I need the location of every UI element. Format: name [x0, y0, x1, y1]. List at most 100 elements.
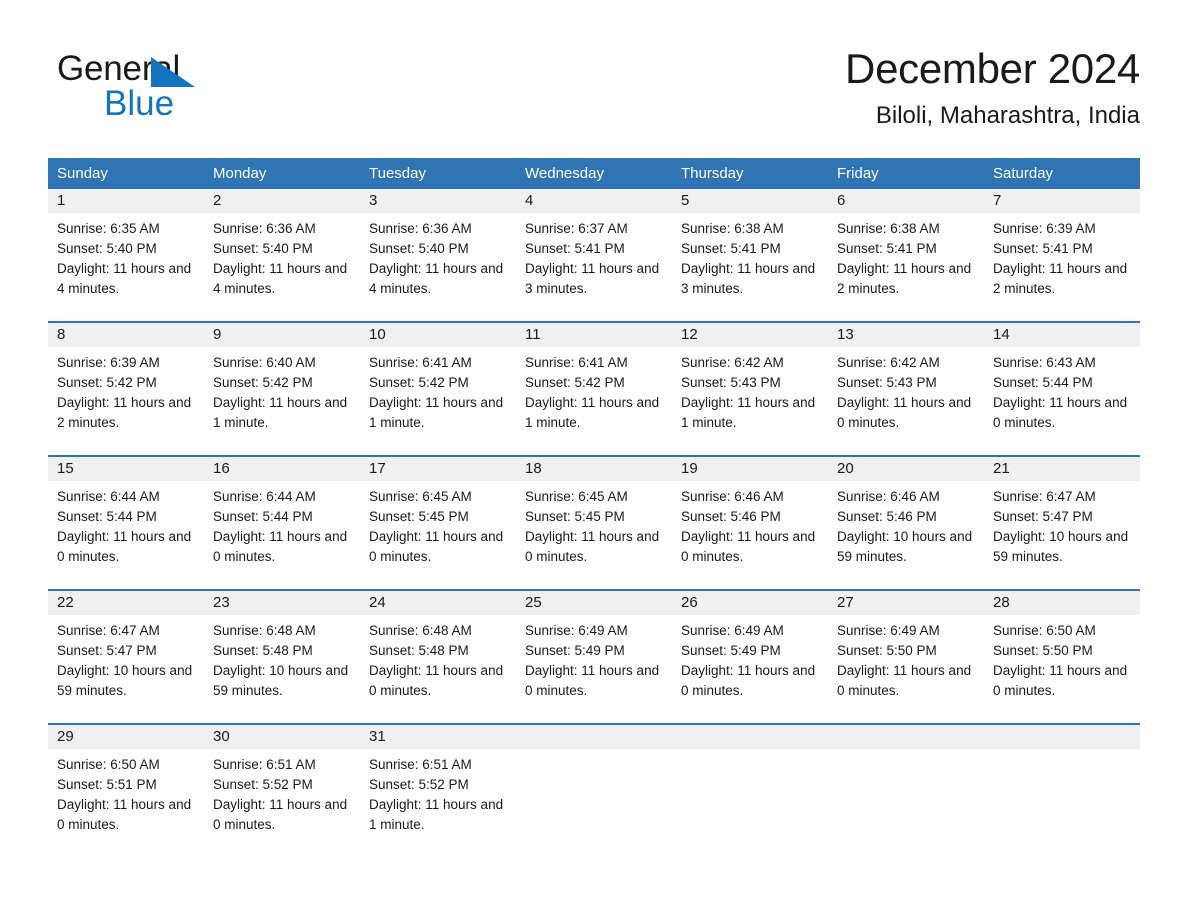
day-cell[interactable]: Sunrise: 6:39 AM Sunset: 5:41 PM Dayligh… [984, 213, 1140, 307]
day-cell[interactable]: Sunrise: 6:37 AM Sunset: 5:41 PM Dayligh… [516, 213, 672, 307]
day-cell[interactable]: Sunrise: 6:50 AM Sunset: 5:51 PM Dayligh… [48, 749, 204, 843]
sunrise-text: Sunrise: 6:47 AM [57, 623, 160, 638]
day-number: 8 [57, 326, 66, 343]
daylight-text: Daylight: 11 hours and 0 minutes. [993, 395, 1128, 430]
day-cell[interactable]: Sunrise: 6:44 AM Sunset: 5:44 PM Dayligh… [204, 481, 360, 575]
day-cell[interactable]: Sunrise: 6:46 AM Sunset: 5:46 PM Dayligh… [672, 481, 828, 575]
week-detail-band: Sunrise: 6:44 AM Sunset: 5:44 PM Dayligh… [48, 481, 1140, 575]
day-number: 26 [681, 594, 698, 611]
sunset-text: Sunset: 5:42 PM [57, 375, 157, 390]
sunrise-text: Sunrise: 6:36 AM [369, 221, 472, 236]
day-cell[interactable]: Sunrise: 6:35 AM Sunset: 5:40 PM Dayligh… [48, 213, 204, 307]
week-detail-band: Sunrise: 6:39 AM Sunset: 5:42 PM Dayligh… [48, 347, 1140, 441]
day-number: 7 [993, 192, 1002, 209]
day-cell[interactable]: Sunrise: 6:48 AM Sunset: 5:48 PM Dayligh… [204, 615, 360, 709]
week-row: 29 30 31 Sunrise: 6:50 AM Sunset: 5:51 P… [48, 723, 1140, 843]
day-cell[interactable]: Sunrise: 6:42 AM Sunset: 5:43 PM Dayligh… [828, 347, 984, 441]
sunset-text: Sunset: 5:42 PM [213, 375, 313, 390]
day-cell[interactable]: Sunrise: 6:50 AM Sunset: 5:50 PM Dayligh… [984, 615, 1140, 709]
sunrise-text: Sunrise: 6:50 AM [57, 757, 160, 772]
day-number-empty [672, 725, 828, 749]
daylight-text: Daylight: 11 hours and 0 minutes. [213, 797, 348, 832]
week-detail-band: Sunrise: 6:35 AM Sunset: 5:40 PM Dayligh… [48, 213, 1140, 307]
day-cell[interactable]: Sunrise: 6:36 AM Sunset: 5:40 PM Dayligh… [360, 213, 516, 307]
daylight-text: Daylight: 11 hours and 1 minute. [525, 395, 660, 430]
daylight-text: Daylight: 10 hours and 59 minutes. [837, 529, 973, 564]
weekday-header-monday: Monday [213, 165, 267, 182]
sunset-text: Sunset: 5:49 PM [525, 643, 625, 658]
day-cell[interactable]: Sunrise: 6:49 AM Sunset: 5:49 PM Dayligh… [672, 615, 828, 709]
day-number: 9 [213, 326, 222, 343]
day-cell[interactable]: Sunrise: 6:41 AM Sunset: 5:42 PM Dayligh… [516, 347, 672, 441]
daylight-text: Daylight: 11 hours and 2 minutes. [57, 395, 192, 430]
day-cell[interactable]: Sunrise: 6:45 AM Sunset: 5:45 PM Dayligh… [360, 481, 516, 575]
day-cell[interactable]: Sunrise: 6:45 AM Sunset: 5:45 PM Dayligh… [516, 481, 672, 575]
sunrise-text: Sunrise: 6:35 AM [57, 221, 160, 236]
weekday-header-thursday: Thursday [681, 165, 744, 182]
sunset-text: Sunset: 5:50 PM [837, 643, 937, 658]
sunset-text: Sunset: 5:40 PM [213, 241, 313, 256]
day-cell[interactable]: Sunrise: 6:36 AM Sunset: 5:40 PM Dayligh… [204, 213, 360, 307]
daylight-text: Daylight: 11 hours and 0 minutes. [681, 663, 816, 698]
sunset-text: Sunset: 5:42 PM [369, 375, 469, 390]
sunrise-text: Sunrise: 6:48 AM [369, 623, 472, 638]
sunset-text: Sunset: 5:41 PM [837, 241, 937, 256]
daylight-text: Daylight: 11 hours and 2 minutes. [993, 261, 1128, 296]
sunrise-text: Sunrise: 6:38 AM [837, 221, 940, 236]
day-number: 24 [369, 594, 386, 611]
day-cell[interactable]: Sunrise: 6:46 AM Sunset: 5:46 PM Dayligh… [828, 481, 984, 575]
week-row: 1 2 3 4 5 6 7 Sunrise: 6:35 AM Sunset: 5… [48, 189, 1140, 307]
day-number-empty [828, 725, 984, 749]
sunrise-text: Sunrise: 6:36 AM [213, 221, 316, 236]
week-daynumber-band: 8 9 10 11 12 13 14 [48, 323, 1140, 347]
sunrise-text: Sunrise: 6:47 AM [993, 489, 1096, 504]
page-title: December 2024 [845, 45, 1140, 92]
week-row: 15 16 17 18 19 20 21 Sunrise: 6:44 AM Su… [48, 455, 1140, 575]
day-cell[interactable]: Sunrise: 6:47 AM Sunset: 5:47 PM Dayligh… [48, 615, 204, 709]
day-cell[interactable]: Sunrise: 6:47 AM Sunset: 5:47 PM Dayligh… [984, 481, 1140, 575]
daylight-text: Daylight: 11 hours and 4 minutes. [213, 261, 348, 296]
day-cell[interactable]: Sunrise: 6:44 AM Sunset: 5:44 PM Dayligh… [48, 481, 204, 575]
daylight-text: Daylight: 11 hours and 0 minutes. [57, 797, 192, 832]
sunrise-text: Sunrise: 6:51 AM [369, 757, 472, 772]
day-cell[interactable]: Sunrise: 6:51 AM Sunset: 5:52 PM Dayligh… [360, 749, 516, 843]
day-number-empty [984, 725, 1140, 749]
day-cell[interactable]: Sunrise: 6:38 AM Sunset: 5:41 PM Dayligh… [828, 213, 984, 307]
daylight-text: Daylight: 11 hours and 0 minutes. [525, 529, 660, 564]
sunset-text: Sunset: 5:48 PM [369, 643, 469, 658]
day-cell[interactable]: Sunrise: 6:49 AM Sunset: 5:49 PM Dayligh… [516, 615, 672, 709]
sunrise-text: Sunrise: 6:49 AM [525, 623, 628, 638]
sunset-text: Sunset: 5:41 PM [525, 241, 625, 256]
day-cell[interactable]: Sunrise: 6:42 AM Sunset: 5:43 PM Dayligh… [672, 347, 828, 441]
weekday-header-tuesday: Tuesday [369, 165, 426, 182]
sunrise-text: Sunrise: 6:45 AM [525, 489, 628, 504]
day-number: 27 [837, 594, 854, 611]
day-cell[interactable]: Sunrise: 6:39 AM Sunset: 5:42 PM Dayligh… [48, 347, 204, 441]
day-number: 2 [213, 192, 222, 209]
sunrise-text: Sunrise: 6:51 AM [213, 757, 316, 772]
daylight-text: Daylight: 11 hours and 2 minutes. [837, 261, 972, 296]
daylight-text: Daylight: 11 hours and 0 minutes. [837, 395, 972, 430]
week-row: 22 23 24 25 26 27 28 Sunrise: 6:47 AM Su… [48, 589, 1140, 709]
sunset-text: Sunset: 5:45 PM [525, 509, 625, 524]
day-cell[interactable]: Sunrise: 6:43 AM Sunset: 5:44 PM Dayligh… [984, 347, 1140, 441]
daylight-text: Daylight: 11 hours and 1 minute. [681, 395, 816, 430]
day-cell[interactable]: Sunrise: 6:38 AM Sunset: 5:41 PM Dayligh… [672, 213, 828, 307]
day-cell[interactable]: Sunrise: 6:49 AM Sunset: 5:50 PM Dayligh… [828, 615, 984, 709]
general-blue-logo[interactable]: General Blue [57, 50, 317, 128]
day-number: 30 [213, 728, 230, 745]
day-number: 23 [213, 594, 230, 611]
sunrise-text: Sunrise: 6:44 AM [57, 489, 160, 504]
day-cell[interactable]: Sunrise: 6:51 AM Sunset: 5:52 PM Dayligh… [204, 749, 360, 843]
sunset-text: Sunset: 5:43 PM [681, 375, 781, 390]
day-cell[interactable]: Sunrise: 6:41 AM Sunset: 5:42 PM Dayligh… [360, 347, 516, 441]
day-cell[interactable]: Sunrise: 6:40 AM Sunset: 5:42 PM Dayligh… [204, 347, 360, 441]
day-cell[interactable]: Sunrise: 6:48 AM Sunset: 5:48 PM Dayligh… [360, 615, 516, 709]
daylight-text: Daylight: 10 hours and 59 minutes. [213, 663, 349, 698]
sunrise-text: Sunrise: 6:49 AM [681, 623, 784, 638]
sunset-text: Sunset: 5:50 PM [993, 643, 1093, 658]
week-row: 8 9 10 11 12 13 14 Sunrise: 6:39 AM Suns… [48, 321, 1140, 441]
weekday-header-saturday: Saturday [993, 165, 1054, 182]
sunset-text: Sunset: 5:51 PM [57, 777, 157, 792]
sunset-text: Sunset: 5:46 PM [837, 509, 937, 524]
